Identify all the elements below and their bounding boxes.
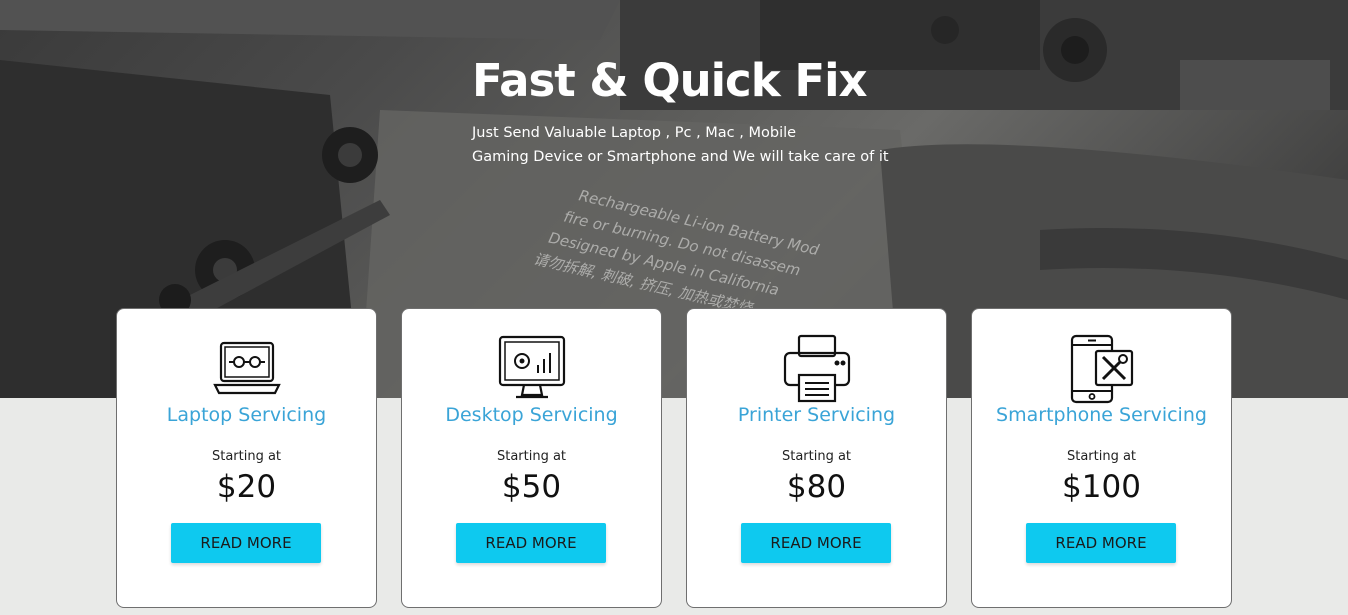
card-starting-label: Starting at — [211, 449, 282, 464]
desktop-monitor-icon — [498, 335, 565, 399]
card-starting-label: Starting at — [1066, 449, 1137, 464]
service-card-laptop: Laptop Servicing Starting at $20 READ MO… — [116, 308, 377, 608]
service-card-desktop: Desktop Servicing Starting at $50 READ M… — [401, 308, 662, 608]
card-title: Laptop Servicing — [166, 404, 327, 426]
card-price: $80 — [786, 469, 847, 505]
read-more-button[interactable]: READ MORE — [171, 523, 321, 563]
card-price: $100 — [1062, 469, 1141, 505]
card-price: $50 — [501, 469, 562, 505]
service-card-smartphone: Smartphone Servicing Starting at $100 RE… — [971, 308, 1232, 608]
laptop-gear-icon — [212, 341, 281, 395]
printer-icon — [783, 334, 850, 403]
read-more-button[interactable]: READ MORE — [1026, 523, 1176, 563]
service-card-printer: Printer Servicing Starting at $80 READ M… — [686, 308, 947, 608]
hero-subtitle-line: Just Send Valuable Laptop , Pc , Mac , M… — [472, 125, 797, 141]
card-starting-label: Starting at — [496, 449, 567, 464]
hero-subtitle-line: Gaming Device or Smartphone and We will … — [472, 149, 889, 165]
card-starting-label: Starting at — [781, 449, 852, 464]
card-price: $20 — [216, 469, 277, 505]
hero-title: Fast & Quick Fix — [472, 54, 868, 107]
card-title: Desktop Servicing — [445, 404, 618, 426]
read-more-button[interactable]: READ MORE — [741, 523, 891, 563]
smartphone-tools-icon — [1070, 334, 1133, 404]
read-more-button[interactable]: READ MORE — [456, 523, 606, 563]
card-title: Printer Servicing — [737, 404, 896, 426]
hero-subtitle: Just Send Valuable Laptop , Pc , Mac , M… — [472, 121, 889, 169]
card-title: Smartphone Servicing — [996, 404, 1207, 426]
